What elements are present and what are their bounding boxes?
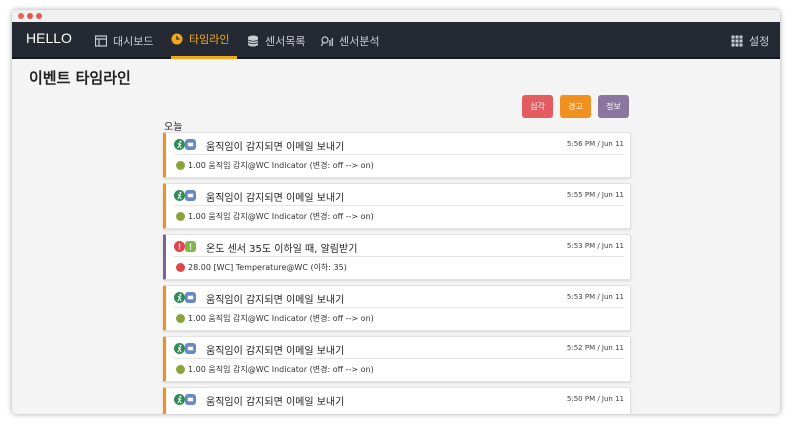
event-title: 움직임이 감지되면 이메일 보내기 <box>206 142 345 153</box>
page-title: 이벤트 타임라인 <box>29 69 131 87</box>
nav-item-label: 센서목록 <box>265 34 306 48</box>
motion-sensor-icon <box>176 314 185 323</box>
grid-icon <box>731 35 743 47</box>
email-tag-icon <box>185 190 196 201</box>
nav-item-analysis[interactable]: 센서분석 <box>320 22 380 59</box>
nav-item-sensors[interactable]: 센서목록 <box>247 22 305 59</box>
divider <box>174 307 624 308</box>
divider <box>174 205 624 206</box>
event-card[interactable]: 움직임이 감지되면 이메일 보내기 5:56 PM / Jun 11 1.00 … <box>163 132 631 178</box>
filter-critical-button[interactable]: 심각 <box>522 95 553 118</box>
running-person-icon <box>174 190 185 201</box>
event-card[interactable]: 움직임이 감지되면 이메일 보내기 5:53 PM / Jun 11 1.00 … <box>163 285 631 331</box>
close-window-button[interactable] <box>18 13 24 19</box>
event-title: 움직임이 감지되면 이메일 보내기 <box>206 346 345 357</box>
maximize-window-button[interactable] <box>36 13 42 19</box>
event-detail-text: 1.00 움직임 감지@WC Indicator (변경: off --> on… <box>188 314 374 323</box>
divider <box>174 256 624 257</box>
window-titlebar <box>12 10 780 22</box>
event-time: 5:50 PM / Jun 11 <box>566 395 624 403</box>
event-card[interactable]: 움직임이 감지되면 이메일 보내기 5:50 PM / Jun 11 <box>163 387 631 414</box>
event-time: 5:52 PM / Jun 11 <box>566 344 624 352</box>
event-time: 5:53 PM / Jun 11 <box>566 242 624 250</box>
event-detail: 1.00 움직임 감지@WC Indicator (변경: off --> on… <box>176 211 374 222</box>
event-detail: 1.00 움직임 감지@WC Indicator (변경: off --> on… <box>176 364 374 375</box>
event-title: 온도 센서 35도 이하일 때, 알림받기 <box>206 244 358 255</box>
event-title: 움직임이 감지되면 이메일 보내기 <box>206 295 345 306</box>
event-card[interactable]: 움직임이 감지되면 이메일 보내기 5:52 PM / Jun 11 1.00 … <box>163 336 631 382</box>
minimize-window-button[interactable] <box>27 13 33 19</box>
divider <box>174 154 624 155</box>
nav-item-label: 대시보드 <box>113 34 154 48</box>
running-person-icon <box>174 139 185 150</box>
event-title: 움직임이 감지되면 이메일 보내기 <box>206 193 345 204</box>
event-time: 5:55 PM / Jun 11 <box>566 191 624 199</box>
event-card[interactable]: 온도 센서 35도 이하일 때, 알림받기 5:53 PM / Jun 11 2… <box>163 234 631 280</box>
running-person-icon <box>174 292 185 303</box>
filter-warning-button[interactable]: 경고 <box>560 95 591 118</box>
app-window: HELLO 대시보드 타임라인 센서목록 센서분석 설정 이벤트 타임라인 심각… <box>12 10 780 414</box>
event-detail-text: 1.00 움직임 감지@WC Indicator (변경: off --> on… <box>188 212 374 221</box>
nav-item-label: 설정 <box>749 34 770 48</box>
running-person-icon <box>174 343 185 354</box>
event-time: 5:53 PM / Jun 11 <box>566 293 624 301</box>
event-detail-text: 1.00 움직임 감지@WC Indicator (변경: off --> on… <box>188 161 374 170</box>
event-detail-text: 28.00 [WC] Temperature@WC (이하: 35) <box>188 263 347 272</box>
nav-item-label: 센서분석 <box>339 34 380 48</box>
divider <box>174 358 624 359</box>
analytics-icon <box>320 35 333 47</box>
notification-tag-icon <box>185 241 196 252</box>
motion-sensor-icon <box>176 365 185 374</box>
event-detail-text: 1.00 움직임 감지@WC Indicator (변경: off --> on… <box>188 365 374 374</box>
temperature-alert-icon <box>176 263 185 272</box>
nav-item-timeline[interactable]: 타임라인 <box>171 22 238 59</box>
running-person-icon <box>174 394 185 405</box>
event-time: 5:56 PM / Jun 11 <box>566 140 624 148</box>
clock-icon <box>171 33 183 45</box>
event-detail: 1.00 움직임 감지@WC Indicator (변경: off --> on… <box>176 313 374 324</box>
filter-info-button[interactable]: 정보 <box>598 95 629 118</box>
email-tag-icon <box>185 343 196 354</box>
email-tag-icon <box>185 139 196 150</box>
alert-icon <box>174 241 185 252</box>
nav-item-dashboard[interactable]: 대시보드 <box>94 22 154 59</box>
email-tag-icon <box>185 394 196 405</box>
nav-item-settings[interactable]: 설정 <box>731 22 769 59</box>
database-icon <box>247 35 259 47</box>
nav-item-label: 타임라인 <box>189 33 230 46</box>
event-timeline-list: 움직임이 감지되면 이메일 보내기 5:56 PM / Jun 11 1.00 … <box>163 132 631 414</box>
dashboard-icon <box>94 34 108 47</box>
brand-logo[interactable]: HELLO <box>26 30 72 46</box>
motion-sensor-icon <box>176 212 185 221</box>
event-card[interactable]: 움직임이 감지되면 이메일 보내기 5:55 PM / Jun 11 1.00 … <box>163 183 631 229</box>
day-group-label: 오늘 <box>164 122 183 133</box>
event-title: 움직임이 감지되면 이메일 보내기 <box>206 397 345 408</box>
event-detail: 28.00 [WC] Temperature@WC (이하: 35) <box>176 262 347 273</box>
email-tag-icon <box>185 292 196 303</box>
motion-sensor-icon <box>176 161 185 170</box>
top-navbar: HELLO 대시보드 타임라인 센서목록 센서분석 설정 <box>12 22 780 59</box>
event-detail: 1.00 움직임 감지@WC Indicator (변경: off --> on… <box>176 160 374 171</box>
